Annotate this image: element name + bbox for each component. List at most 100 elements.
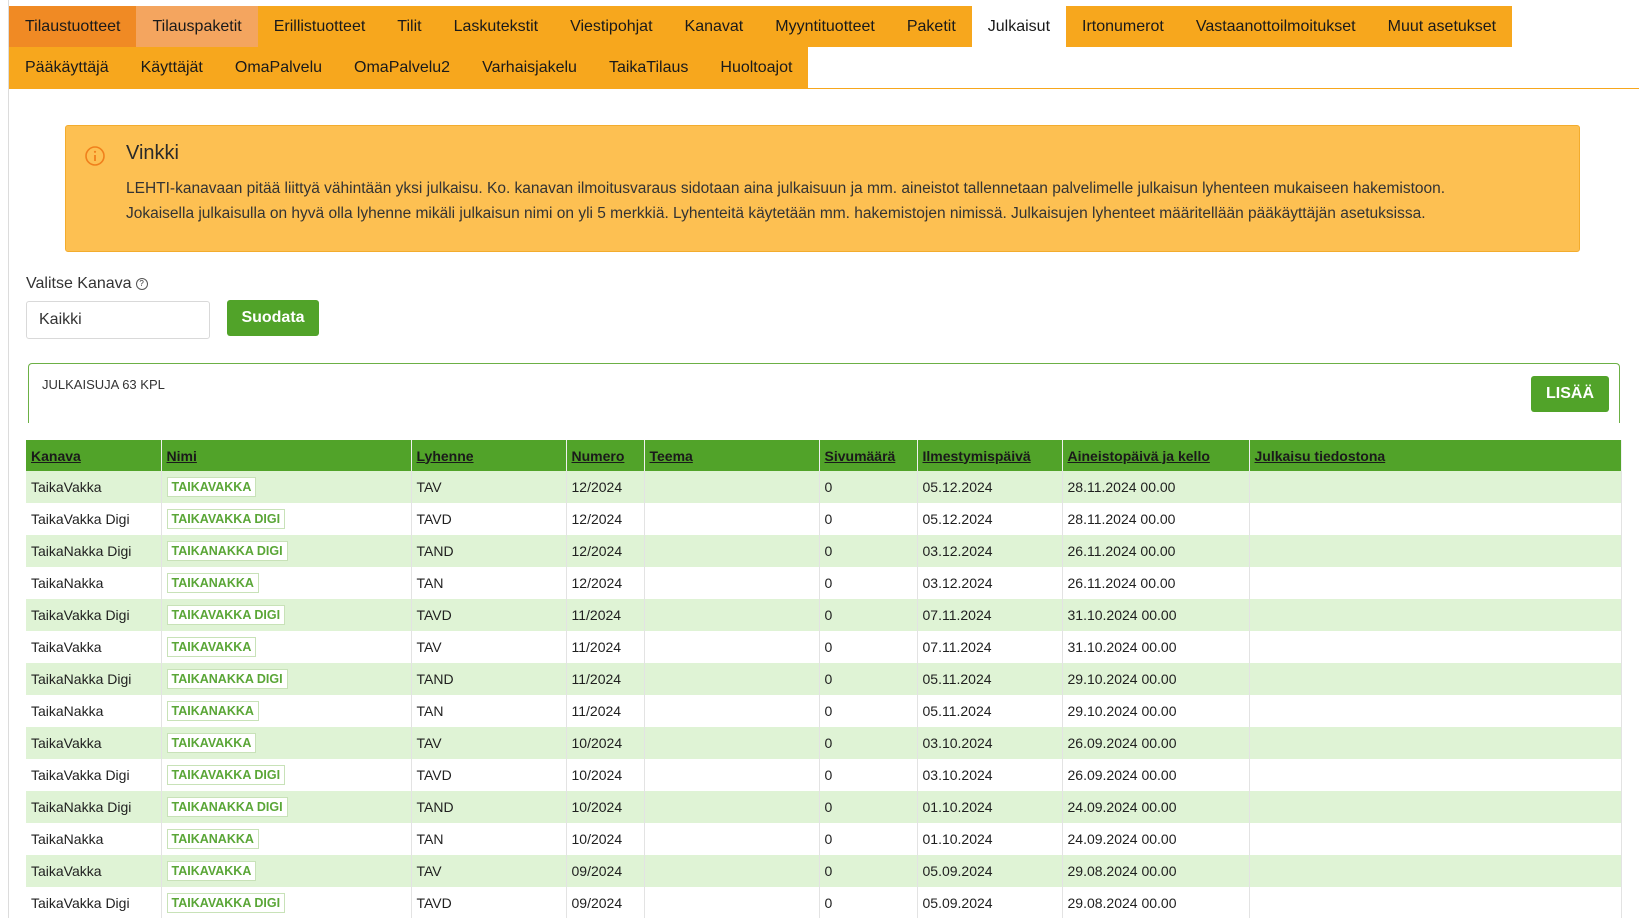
tab-kanavat[interactable]: Kanavat [668,6,760,47]
tab-irtonumerot[interactable]: Irtonumerot [1066,6,1180,47]
publication-name-link[interactable]: TAIKANAKKA [166,573,259,593]
table-cell: 05.12.2024 [917,471,1063,503]
tab-omapalvelu[interactable]: OmaPalvelu [218,47,339,88]
tab-laskutekstit[interactable]: Laskutekstit [437,6,555,47]
column-header[interactable]: Ilmestymispäivä [917,440,1063,471]
tab-tilauspaketit[interactable]: Tilauspaketit [136,6,258,47]
table-cell: 09/2024 [566,855,645,887]
table-cell: TAIKANAKKA DIGI [161,791,412,823]
column-header[interactable]: Numero [566,440,645,471]
table-cell: 10/2024 [566,791,645,823]
table-cell [644,791,820,823]
publication-name-link[interactable]: TAIKANAKKA [166,701,259,721]
table-cell: 24.09.2024 00.00 [1062,791,1250,823]
table-cell: TAIKANAKKA [161,823,412,855]
table-cell: TAVD [411,887,567,918]
tab-myyntituotteet[interactable]: Myyntituotteet [759,6,891,47]
tab-taikatilaus[interactable]: TaikaTilaus [592,47,705,88]
table-cell: 05.09.2024 [917,887,1063,918]
table-cell: TaikaVakka Digi [26,759,162,791]
column-header[interactable]: Julkaisu tiedostona [1249,440,1622,471]
table-cell: 29.08.2024 00.00 [1062,855,1250,887]
table-cell [1249,791,1622,823]
table-header-row: Kanava Nimi Lyhenne Numero Teema Sivumäärä Ilm… [26,440,1622,471]
publication-name-link[interactable]: TAIKAVAKKA [166,733,257,753]
column-header[interactable]: Teema [644,440,820,471]
tab-julkaisut[interactable]: Julkaisut [971,6,1067,47]
table-cell: 0 [819,887,918,918]
column-header-label: Julkaisu tiedostona [1254,447,1386,464]
tab-paketit[interactable]: Paketit [890,6,972,47]
table-cell: TAIKANAKKA DIGI [161,535,412,567]
publication-name-link[interactable]: TAIKANAKKA [166,829,259,849]
publication-name-link[interactable]: TAIKAVAKKA [166,861,257,881]
help-icon[interactable]: ? [135,277,148,290]
table-row[interactable]: TaikaVakka TAIKAVAKKA TAV 10/2024 0 03.10.202… [26,727,1622,759]
tab-omapalvelu2[interactable]: OmaPalvelu2 [338,47,467,88]
table-row[interactable]: TaikaNakka TAIKANAKKA TAN 11/2024 0 05.11.202… [26,695,1622,727]
tab-vastaanottoilmoitukset[interactable]: Vastaanottoilmoitukset [1179,6,1372,47]
table-row[interactable]: TaikaVakka Digi TAIKAVAKKA DIGI TAVD 09/202… [26,887,1622,918]
table-cell: 24.09.2024 00.00 [1062,823,1250,855]
publication-name-link[interactable]: TAIKANAKKA DIGI [166,541,288,561]
tab-tilit[interactable]: Tilit [381,6,438,47]
table-cell [644,471,820,503]
table-cell: 07.11.2024 [917,599,1063,631]
table-cell: TaikaNakka [26,567,162,599]
table-cell: 29.08.2024 00.00 [1062,887,1250,918]
filter-button[interactable]: Suodata [227,300,319,336]
table-cell: TAV [411,727,567,759]
table-cell [644,695,820,727]
table-cell: TAV [411,855,567,887]
publication-name-link[interactable]: TAIKAVAKKA DIGI [166,605,286,625]
publication-name-link[interactable]: TAIKAVAKKA DIGI [166,765,286,785]
column-header[interactable]: Kanava [26,440,162,471]
table-row[interactable]: TaikaVakka Digi TAIKAVAKKA DIGI TAVD 10/202… [26,759,1622,791]
table-row[interactable]: TaikaVakka TAIKAVAKKA TAV 09/2024 0 05.09.202… [26,855,1622,887]
tab-viestipohjat[interactable]: Viestipohjat [554,6,669,47]
table-cell: TAND [411,663,567,695]
publication-name-link[interactable]: TAIKANAKKA DIGI [166,797,288,817]
channel-filter-label-text: Valitse Kanava [26,275,132,292]
publication-name-link[interactable]: TAIKAVAKKA [166,477,257,497]
tip-box: Vinkki LEHTI-kanavaan pitää liittyä vähi… [65,125,1580,252]
table-row[interactable]: TaikaNakka Digi TAIKANAKKA DIGI TAND 11/202… [26,663,1622,695]
tab-kayttajat[interactable]: Käyttäjät [124,47,219,88]
table-row[interactable]: TaikaNakka TAIKANAKKA TAN 10/2024 0 01.10.202… [26,823,1622,855]
tab-paakayttaja[interactable]: Pääkäyttäjä [9,47,125,88]
column-header-label: Sivumäärä [824,447,896,464]
tab-tilaustuotteet[interactable]: Tilaustuotteet [9,6,137,47]
table-row[interactable]: TaikaVakka TAIKAVAKKA TAV 12/2024 0 05.12.202… [26,471,1622,503]
column-header[interactable]: Aineistopäivä ja kello [1062,440,1250,471]
table-row[interactable]: TaikaNakka TAIKANAKKA TAN 12/2024 0 03.12.202… [26,567,1622,599]
add-button[interactable]: LISÄÄ [1531,376,1609,412]
table-row[interactable]: TaikaVakka Digi TAIKAVAKKA DIGI TAVD 12/202… [26,503,1622,535]
table-cell [644,631,820,663]
publication-name-link[interactable]: TAIKAVAKKA DIGI [166,893,286,913]
channel-select[interactable]: Kaikki [26,301,210,339]
table-row[interactable]: TaikaNakka Digi TAIKANAKKA DIGI TAND 10/202… [26,791,1622,823]
tip-title: Vinkki [126,142,179,164]
table-cell: TAIKAVAKKA [161,471,412,503]
table-row[interactable]: TaikaNakka Digi TAIKANAKKA DIGI TAND 12/202… [26,535,1622,567]
table-cell: 05.11.2024 [917,663,1063,695]
publication-name-link[interactable]: TAIKANAKKA DIGI [166,669,288,689]
publication-name-link[interactable]: TAIKAVAKKA DIGI [166,509,286,529]
table-row[interactable]: TaikaVakka Digi TAIKAVAKKA DIGI TAVD 11/202… [26,599,1622,631]
tab-muut-asetukset[interactable]: Muut asetukset [1371,6,1513,47]
tab-erillistuotteet[interactable]: Erillistuotteet [257,6,382,47]
publication-name-link[interactable]: TAIKAVAKKA [166,637,257,657]
column-header-label: Lyhenne [416,447,474,464]
tab-varhaisjakelu[interactable]: Varhaisjakelu [466,47,593,88]
column-header[interactable]: Nimi [161,440,412,471]
column-header[interactable]: Lyhenne [411,440,567,471]
column-header[interactable]: Sivumäärä [819,440,918,471]
table-cell: TaikaNakka [26,695,162,727]
table-cell: TAVD [411,503,567,535]
column-header-label: Ilmestymispäivä [922,447,1031,464]
table-cell: TAV [411,631,567,663]
table-cell: 26.09.2024 00.00 [1062,727,1250,759]
table-cell: 0 [819,823,918,855]
tab-huoltoajot[interactable]: Huoltoajot [704,47,809,88]
table-row[interactable]: TaikaVakka TAIKAVAKKA TAV 11/2024 0 07.11.202… [26,631,1622,663]
